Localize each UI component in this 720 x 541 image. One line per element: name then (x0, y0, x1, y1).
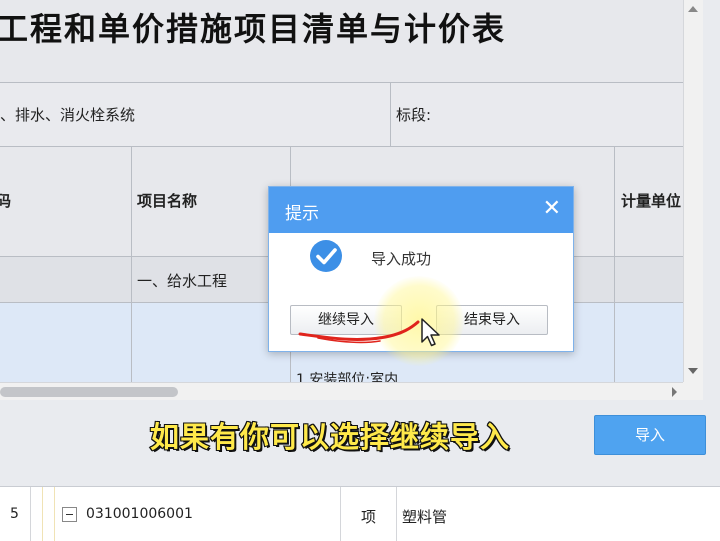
scroll-right-icon[interactable] (672, 387, 677, 397)
row-index: 5 (10, 506, 19, 522)
horizontal-scroll-thumb[interactable] (0, 387, 178, 397)
video-caption: 如果有你可以选择继续导入 (149, 419, 511, 455)
item-unit: 项 (361, 508, 377, 526)
vertical-scrollbar[interactable] (683, 0, 703, 382)
continue-import-button[interactable]: 继续导入 (290, 305, 402, 335)
success-check-icon (310, 240, 342, 272)
collapse-icon[interactable] (62, 507, 77, 522)
table-row[interactable]: 5 031001006001 项 塑料管 (0, 486, 720, 541)
group-row-label: 一、给水工程 (137, 272, 228, 290)
column-header-unit: 计量单位 (621, 192, 682, 210)
horizontal-scrollbar[interactable] (0, 382, 683, 401)
dialog-message: 导入成功 (371, 250, 432, 268)
item-name: 塑料管 (402, 508, 448, 526)
dialog-title: 提示 (285, 204, 319, 224)
scroll-up-icon[interactable] (688, 6, 698, 12)
column-header-item-name: 项目名称 (137, 192, 198, 210)
dialog-header: 提示 ✕ (269, 187, 573, 233)
item-description: 1 安装部位:室内 (296, 372, 399, 382)
report-title: 工程和单价措施项目清单与计价表 (0, 10, 507, 48)
column-header-code: 码 (0, 192, 12, 210)
section-label: 标段: (396, 106, 432, 124)
import-button[interactable]: 导入 (594, 415, 706, 455)
item-code: 031001006001 (86, 506, 193, 522)
close-icon[interactable]: ✕ (543, 197, 561, 221)
finish-import-button[interactable]: 结束导入 (436, 305, 548, 335)
scroll-down-icon[interactable] (688, 368, 698, 374)
project-name-cell: 、排水、消火栓系统 (0, 106, 136, 124)
notice-dialog: 提示 ✕ 导入成功 继续导入 结束导入 (268, 186, 574, 352)
